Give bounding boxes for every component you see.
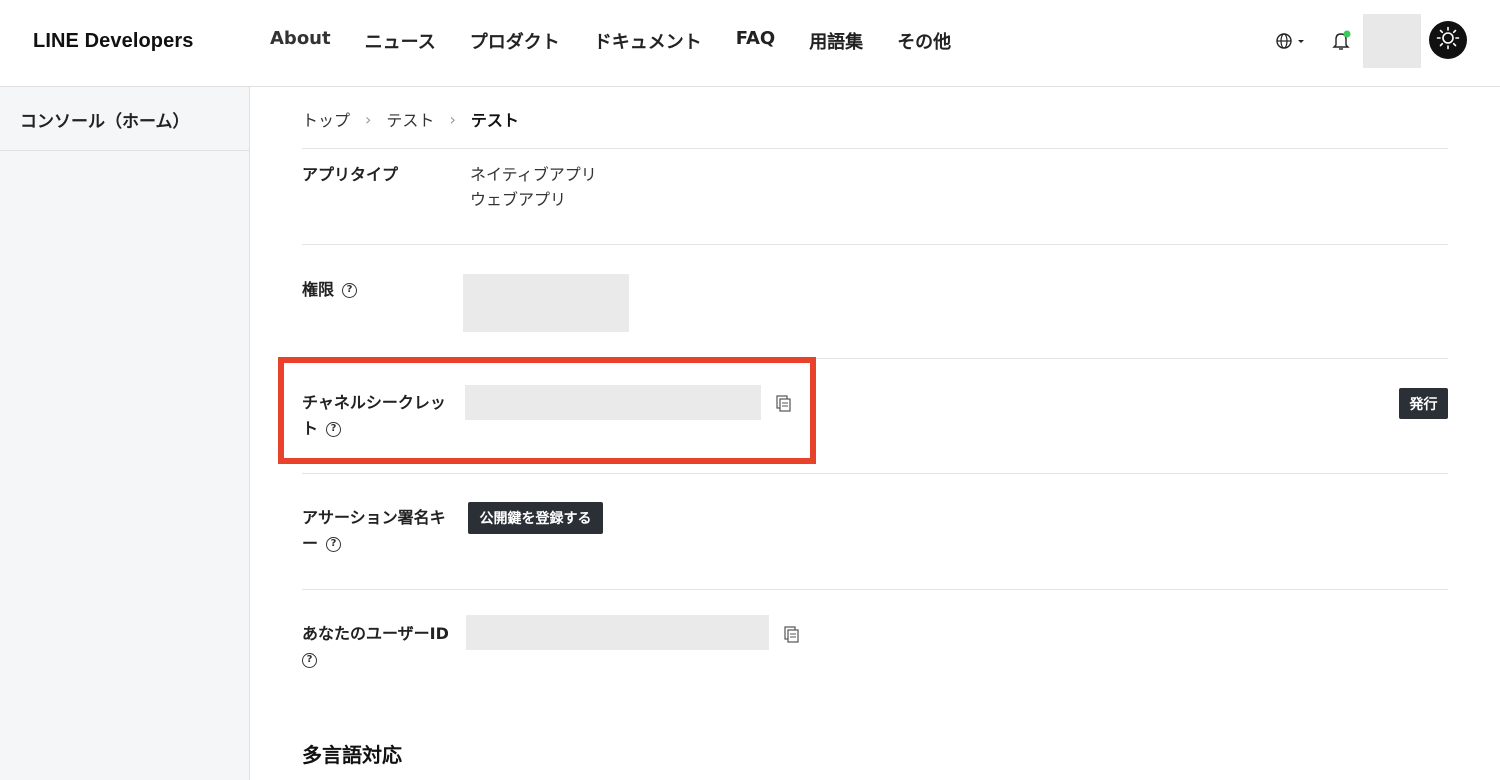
copy-icon[interactable] — [775, 394, 793, 412]
breadcrumb-provider[interactable]: テスト — [386, 107, 434, 131]
top-header: LINE Developers About ニュース プロダクト ドキュメント … — [0, 0, 1500, 87]
assertion-key-label-line1: アサーション署名キ — [302, 508, 446, 527]
avatar[interactable] — [1363, 14, 1421, 68]
site-logo[interactable]: LINE Developers — [33, 30, 193, 53]
sidebar-item-console-home[interactable]: コンソール（ホーム） — [0, 87, 249, 151]
breadcrumb-current: テスト — [470, 111, 519, 130]
app-type-values: ネイティブアプリ ウェブアプリ — [470, 162, 597, 212]
channel-secret-value — [465, 385, 761, 420]
permissions-label: 権限? — [302, 277, 358, 303]
chevron-right-icon: › — [365, 109, 372, 129]
app-type-label: アプリタイプ — [302, 165, 399, 184]
sun-icon — [1436, 26, 1460, 54]
nav-item-glossary[interactable]: 用語集 — [809, 28, 863, 54]
user-id-value — [466, 615, 769, 650]
divider — [302, 244, 1448, 245]
help-icon[interactable]: ? — [326, 537, 342, 552]
copy-icon[interactable] — [783, 625, 801, 643]
divider — [302, 473, 1448, 474]
divider — [302, 589, 1448, 590]
help-icon[interactable]: ? — [342, 283, 358, 298]
nav-item-more[interactable]: その他 — [897, 28, 951, 54]
main-nav: About ニュース プロダクト ドキュメント FAQ 用語集 その他 — [270, 28, 985, 54]
sidebar: コンソール（ホーム） — [0, 87, 250, 780]
help-icon[interactable]: ? — [302, 653, 317, 668]
chevron-right-icon: › — [449, 109, 456, 129]
section-title-multilingual: 多言語対応 — [302, 743, 402, 767]
channel-secret-label-line1: チャネルシークレッ — [302, 393, 446, 412]
user-id-label-text: あなたのユーザーID — [302, 624, 449, 643]
theme-toggle-button[interactable] — [1429, 21, 1467, 59]
channel-secret-label-line2: ト — [302, 419, 319, 438]
help-icon[interactable]: ? — [326, 422, 342, 437]
nav-item-about[interactable]: About — [270, 28, 331, 54]
nav-item-news[interactable]: ニュース — [365, 28, 436, 54]
nav-item-products[interactable]: プロダクト — [470, 28, 560, 54]
globe-icon[interactable] — [1274, 30, 1306, 52]
app-type-web: ウェブアプリ — [470, 190, 567, 209]
channel-secret-label: チャネルシークレッ ト? — [302, 390, 446, 442]
main-content: トップ › テスト › テスト アプリタイプ ネイティブアプリ ウェブアプリ 権… — [251, 87, 1500, 780]
assertion-key-label-line2: ー — [302, 534, 319, 553]
permissions-label-text: 権限 — [302, 280, 335, 299]
nav-item-faq[interactable]: FAQ — [736, 28, 775, 54]
breadcrumb: トップ › テスト › テスト — [302, 107, 519, 131]
app-type-native: ネイティブアプリ — [470, 165, 597, 184]
nav-item-documents[interactable]: ドキュメント — [594, 28, 702, 54]
divider — [302, 148, 1448, 149]
user-id-label: あなたのユーザーID ? — [302, 621, 449, 673]
register-public-key-button[interactable]: 公開鍵を登録する — [468, 502, 603, 534]
permissions-value — [463, 274, 629, 332]
assertion-key-label: アサーション署名キ ー? — [302, 505, 446, 557]
divider — [302, 358, 1448, 359]
bell-icon[interactable] — [1332, 30, 1352, 52]
breadcrumb-top[interactable]: トップ — [302, 107, 350, 131]
issue-button[interactable]: 発行 — [1399, 388, 1448, 419]
